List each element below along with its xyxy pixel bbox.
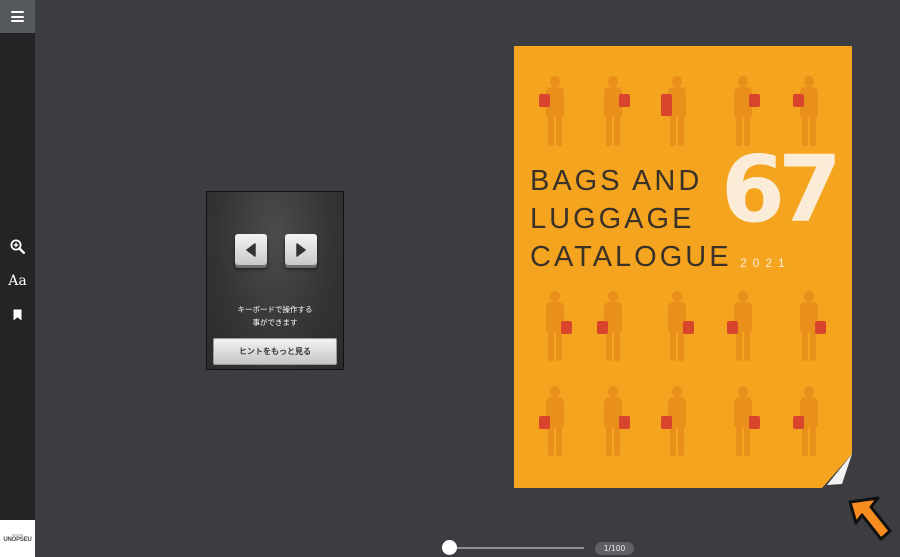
cover-title: BAGS AND LUGGAGE CATALOGUE (530, 165, 732, 273)
bookmark-icon (13, 309, 22, 321)
more-hints-button[interactable]: ヒントをもっと見る (213, 338, 337, 365)
prev-page-key[interactable] (235, 234, 267, 265)
page-slider-knob[interactable] (442, 540, 457, 555)
bookmark-button[interactable] (0, 302, 35, 328)
page-curl-icon[interactable] (822, 454, 852, 488)
arrow-right-key-icon (296, 242, 306, 257)
page-slider-track[interactable] (450, 547, 584, 549)
catalogue-cover-page[interactable]: BAGS AND LUGGAGE CATALOGUE 67 2021 (514, 46, 852, 488)
text-size-button[interactable]: Aa (0, 268, 35, 294)
next-page-key[interactable] (285, 234, 317, 265)
hamburger-menu-icon (11, 11, 24, 22)
hint-message: キーボードで操作する 事ができます (237, 305, 313, 327)
zoom-in-button[interactable] (0, 233, 35, 259)
brand-logo-text: UNOPSEU (3, 536, 32, 543)
sidebar-toolbar: Aa DESIGN UNOPSEU (0, 0, 35, 557)
arrow-left-key-icon (246, 242, 256, 257)
page-indicator: 1/100 (595, 542, 634, 555)
keyboard-hint-popup: キーボードで操作する 事ができます ヒントをもっと見る (206, 191, 344, 370)
brand-logo: DESIGN UNOPSEU (0, 520, 35, 557)
cover-number: 67 (721, 136, 842, 243)
orange-arrow-icon[interactable] (846, 496, 894, 541)
text-size-icon: Aa (8, 273, 27, 289)
zoom-in-icon (10, 239, 25, 254)
menu-button[interactable] (0, 0, 35, 33)
cover-year: 2021 (740, 256, 791, 270)
